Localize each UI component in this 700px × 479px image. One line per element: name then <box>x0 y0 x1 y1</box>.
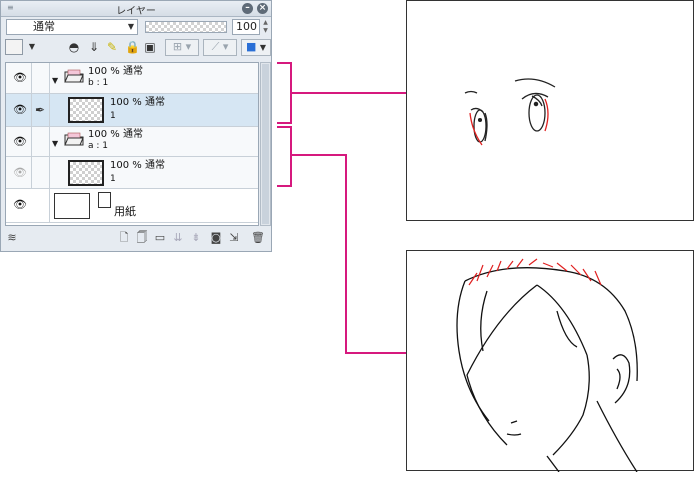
face-drawing <box>456 258 638 473</box>
canvas-eyes-preview <box>406 0 694 221</box>
bracket-b-folder <box>277 62 292 124</box>
canvas-face-preview <box>406 250 694 473</box>
red-eye-line-left <box>469 112 483 146</box>
bracket-a-folder <box>277 126 292 187</box>
bracket-a-connector <box>291 154 407 354</box>
eyes-drawing <box>464 78 556 146</box>
